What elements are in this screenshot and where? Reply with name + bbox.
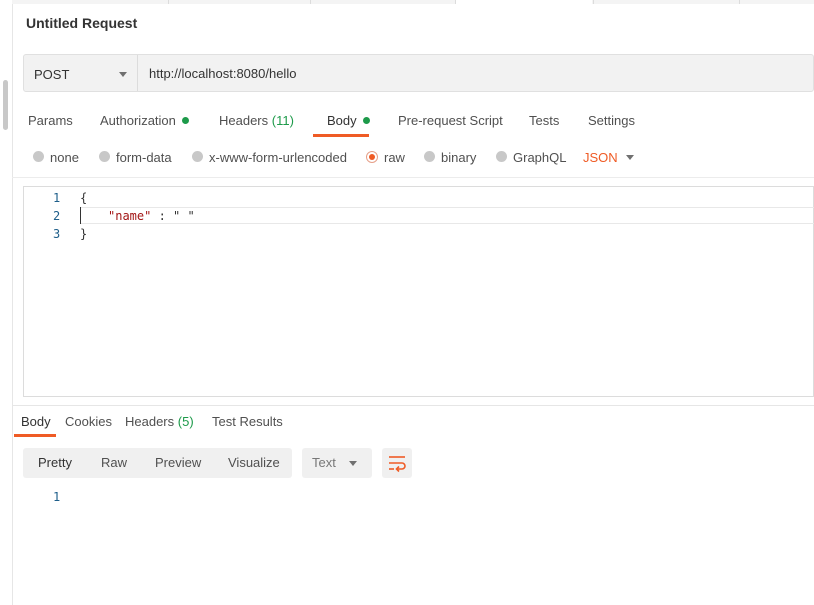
radio-label-form-data[interactable]: form-data <box>116 150 172 165</box>
headers-count: (11) <box>271 113 294 128</box>
json-key: "name" <box>108 209 152 223</box>
url-bar <box>23 54 814 92</box>
code-line-3[interactable]: } <box>80 227 87 241</box>
radio-graphql[interactable] <box>496 151 507 162</box>
wrap-lines-button[interactable] <box>382 448 412 478</box>
response-divider[interactable] <box>12 405 814 406</box>
tab-strip-segment[interactable] <box>593 0 738 4</box>
tab-strip-segment[interactable] <box>168 0 309 4</box>
response-tab-test-results[interactable]: Test Results <box>212 414 283 429</box>
json-value: " " <box>173 209 195 223</box>
response-headers-count: (5) <box>177 414 194 429</box>
tab-authorization[interactable]: Authorization <box>100 113 189 128</box>
tab-body[interactable]: Body <box>327 113 370 128</box>
tab-headers[interactable]: Headers (11) <box>219 113 294 128</box>
status-dot <box>181 117 189 124</box>
radio-x-www-form-urlencoded[interactable] <box>192 151 203 162</box>
response-format-label: Text <box>312 455 336 470</box>
radio-form-data[interactable] <box>99 151 110 162</box>
radio-label-graphql[interactable]: GraphQL <box>513 150 566 165</box>
view-preview-button[interactable]: Preview <box>155 455 201 470</box>
method-label: POST <box>34 67 70 82</box>
response-tab-body[interactable]: Body <box>21 414 51 429</box>
tab-strip-segment[interactable] <box>739 0 814 4</box>
code-line-1[interactable]: { <box>80 191 87 205</box>
active-response-tab-indicator <box>14 434 56 437</box>
code-line-2[interactable]: "name" : " " <box>108 209 195 223</box>
tab-tests[interactable]: Tests <box>529 113 559 128</box>
chevron-down-icon[interactable] <box>626 155 634 160</box>
text-cursor <box>80 207 81 224</box>
radio-binary[interactable] <box>424 151 435 162</box>
tab-params[interactable]: Params <box>28 113 73 128</box>
chevron-down-icon[interactable] <box>119 72 127 77</box>
body-format-select[interactable]: JSON <box>583 150 618 165</box>
chevron-down-icon[interactable] <box>349 461 357 466</box>
view-visualize-button[interactable]: Visualize <box>228 455 280 470</box>
radio-raw[interactable] <box>366 151 378 163</box>
tab-settings[interactable]: Settings <box>588 113 635 128</box>
radio-label-binary[interactable]: binary <box>441 150 476 165</box>
response-tab-cookies[interactable]: Cookies <box>65 414 112 429</box>
view-pretty-button[interactable]: Pretty <box>38 455 72 470</box>
divider <box>12 177 814 178</box>
tab-strip-segment[interactable] <box>310 0 451 4</box>
radio-label-urlencoded[interactable]: x-www-form-urlencoded <box>209 150 347 165</box>
status-dot <box>362 117 370 124</box>
response-line-number: 1 <box>53 490 61 504</box>
line-number: 1 <box>53 191 61 205</box>
line-number: 2 <box>53 209 61 223</box>
active-tab-indicator <box>313 134 369 137</box>
tab-strip-segment-active[interactable] <box>455 0 592 4</box>
scrollbar-thumb[interactable] <box>3 80 8 130</box>
radio-label-none[interactable]: none <box>50 150 79 165</box>
json-colon: : <box>151 209 174 223</box>
response-tab-headers[interactable]: Headers (5) <box>125 414 194 429</box>
url-input[interactable]: http://localhost:8080/hello <box>149 66 296 81</box>
tab-pre-request-script[interactable]: Pre-request Script <box>398 113 503 128</box>
radio-none[interactable] <box>33 151 44 162</box>
request-title[interactable]: Untitled Request <box>26 15 137 31</box>
wrap-lines-icon <box>389 456 406 473</box>
view-raw-button[interactable]: Raw <box>101 455 127 470</box>
line-number: 3 <box>53 227 61 241</box>
radio-label-raw[interactable]: raw <box>384 150 405 165</box>
